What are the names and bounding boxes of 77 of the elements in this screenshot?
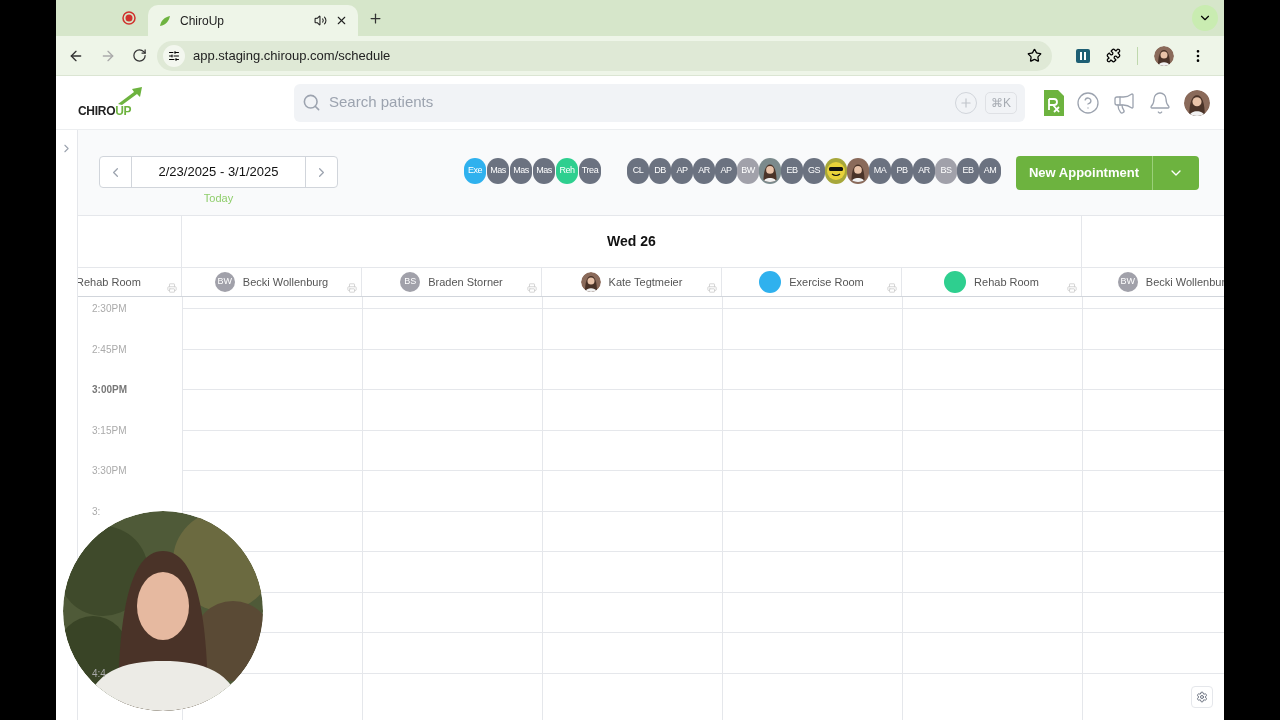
bookmark-star-icon[interactable]	[1027, 48, 1042, 63]
browser-tab[interactable]: ChiroUp	[148, 5, 358, 36]
settings-button[interactable]	[1191, 686, 1213, 708]
resource-name: Exercise Room	[789, 274, 864, 290]
print-icon[interactable]	[887, 283, 897, 293]
extensions-icon[interactable]	[1106, 48, 1121, 63]
filter-avatar[interactable]: AR	[913, 158, 935, 184]
time-label: 2:30PM	[92, 302, 127, 316]
search-field[interactable]: Search patients	[329, 91, 947, 114]
prescription-document-icon[interactable]	[1044, 89, 1064, 116]
resource-name: Kate Tegtmeier	[608, 274, 683, 290]
filter-avatar[interactable]: PB	[891, 158, 913, 184]
print-icon[interactable]	[707, 283, 717, 293]
filter-avatar[interactable]: AP	[671, 158, 693, 184]
filter-avatar[interactable]: DB	[649, 158, 671, 184]
time-label: 3:	[92, 504, 101, 519]
time-label: 3:00PM	[92, 383, 127, 397]
address-bar[interactable]: app.staging.chiroup.com/schedule	[157, 40, 1052, 71]
filter-avatar[interactable]	[825, 158, 847, 184]
reload-icon[interactable]	[132, 48, 147, 63]
print-icon[interactable]	[1067, 283, 1077, 293]
time-label: 3:30PM	[92, 464, 127, 478]
filter-avatar[interactable]: BW	[737, 158, 759, 184]
new-appointment-menu-button[interactable]	[1152, 156, 1199, 190]
avatar-icon	[1184, 89, 1210, 116]
print-icon[interactable]	[347, 283, 357, 293]
resource-name: Braden Storner	[428, 274, 503, 290]
megaphone-icon[interactable]	[1112, 90, 1136, 115]
url-text: app.staging.chiroup.com/schedule	[193, 46, 392, 65]
filter-avatar[interactable]: BS	[935, 158, 957, 184]
filter-avatar[interactable]	[759, 158, 781, 184]
filter-avatar[interactable]: EB	[781, 158, 803, 184]
filter-avatar[interactable]: MA	[869, 158, 891, 184]
avatar-icon	[1154, 45, 1174, 66]
filter-avatar[interactable]: AM	[979, 158, 1001, 184]
filter-avatar[interactable]: Trea	[579, 158, 601, 184]
filter-avatar[interactable]: EB	[957, 158, 979, 184]
close-icon[interactable]	[335, 14, 348, 27]
filter-avatar[interactable]: Mas	[510, 158, 532, 184]
resource-name: Becki Wollenburg	[242, 274, 329, 290]
time-label: 3:15PM	[92, 423, 127, 438]
shortcut-key: ⌘K	[985, 91, 1017, 114]
filter-avatar[interactable]: Exe	[464, 158, 486, 184]
settings-icon	[1196, 691, 1208, 703]
filter-avatar[interactable]: Mas	[533, 158, 555, 184]
filter-avatar[interactable]: GS	[803, 158, 825, 184]
tab-title: ChiroUp	[180, 12, 225, 30]
filter-avatar[interactable]: AR	[693, 158, 715, 184]
plus-icon	[959, 95, 973, 110]
filter-avatar[interactable]	[847, 158, 869, 184]
new-tab-icon[interactable]	[368, 11, 383, 26]
initials-avatar: BW	[1117, 272, 1138, 292]
speaker-icon[interactable]	[314, 14, 327, 27]
new-appointment-button[interactable]: New Appointment	[1016, 156, 1152, 190]
leaf-icon	[158, 13, 172, 28]
search-icon	[302, 93, 321, 112]
filter-avatar[interactable]: CL	[627, 158, 649, 184]
record-icon[interactable]	[122, 11, 136, 25]
filter-avatar[interactable]: Mas	[487, 158, 509, 184]
day-title: Wed 26	[607, 232, 656, 251]
time-label: 2:45PM	[92, 342, 127, 357]
site-settings-icon[interactable]	[168, 49, 180, 62]
print-icon[interactable]	[167, 283, 177, 293]
filter-avatar[interactable]: AP	[715, 158, 737, 184]
sunglasses-face-icon	[826, 161, 846, 181]
resource-name: Rehab Room	[974, 274, 1039, 290]
extension-icon[interactable]	[1076, 48, 1090, 63]
initials-avatar: BW	[214, 272, 235, 292]
tab-list-button[interactable]	[1192, 5, 1218, 31]
resource-name: Becki Wollenbur	[1145, 274, 1224, 290]
logo[interactable]: CHIROUP	[78, 85, 144, 120]
notification-bell-icon[interactable]	[1148, 90, 1172, 115]
print-icon[interactable]	[527, 283, 537, 293]
time-label: 4:4	[92, 666, 106, 681]
initials-avatar: BS	[400, 272, 421, 292]
avatar-icon	[580, 272, 601, 292]
help-icon[interactable]	[1076, 90, 1100, 115]
